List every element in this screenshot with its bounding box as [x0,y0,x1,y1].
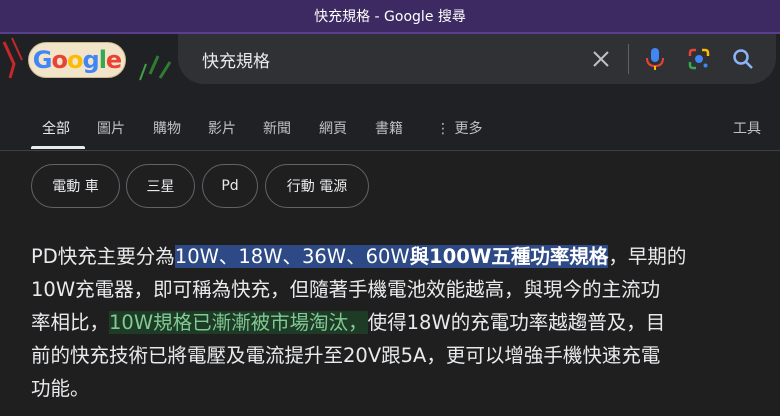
tab-web[interactable]: 網頁 [319,118,347,138]
highlight-blue: 10W、18W、36W、60W [174,245,410,268]
search-tabs: 全部 圖片 購物 影片 新聞 網頁 書籍 ⋮ 更多 工具 [0,110,780,150]
window-title: 快充規格 - Google 搜尋 [314,9,466,25]
tab-images[interactable]: 圖片 [97,118,125,138]
snippet-line: 率相比，10W規格已漸漸被市場淘汰，使得18W的充電功率越趨普及，目 [31,311,666,334]
tab-shopping[interactable]: 購物 [153,118,181,138]
microphone-icon[interactable] [642,46,668,72]
more-vert-icon: ⋮ [436,121,450,137]
tab-videos[interactable]: 影片 [208,118,236,138]
highlight-green: 10W規格已漸漸被市場淘汰， [109,311,368,334]
snippet-line: 前的快充技術已將電壓及電流提升至20V跟5A，更可以增強手機快速充電 [31,344,661,367]
search-divider [628,44,629,74]
chip-samsung[interactable]: 三星 [126,164,195,208]
snippet-line: 功能。 [31,377,90,400]
search-box[interactable]: 快充規格 [178,34,776,84]
snippet-line: PD快充主要分為10W、18W、36W、60W與100W五種功率規格，早期的 [31,245,687,268]
tab-all[interactable]: 全部 [42,118,70,138]
window-title-bar: 快充規格 - Google 搜尋 [0,0,780,34]
tab-more-label: 更多 [454,121,483,137]
highlight-blue-bold: 與100W五種功率規格 [409,245,609,268]
tools-button[interactable]: 工具 [733,118,761,138]
snippet-line: 10W充電器，即可稱為快充，但隨著手機電池效能越高，與現今的主流功 [31,278,661,301]
search-input[interactable]: 快充規格 [202,47,270,72]
tab-more[interactable]: ⋮ 更多 [436,118,482,138]
google-lens-icon[interactable] [686,46,712,72]
close-icon[interactable] [588,46,614,72]
search-icon[interactable] [730,46,756,72]
tab-books[interactable]: 書籍 [375,118,403,138]
chip-electric-car[interactable]: 電動 車 [31,164,120,208]
chip-power-bank[interactable]: 行動 電源 [265,164,369,208]
chip-pd[interactable]: Pd [202,164,258,208]
google-doodle-logo[interactable]: Google [28,42,126,78]
featured-snippet: PD快充主要分為10W、18W、36W、60W與100W五種功率規格，早期的 1… [31,240,756,405]
active-tab-indicator [31,146,85,149]
tab-news[interactable]: 新聞 [263,118,291,138]
tabs-divider [0,150,780,151]
